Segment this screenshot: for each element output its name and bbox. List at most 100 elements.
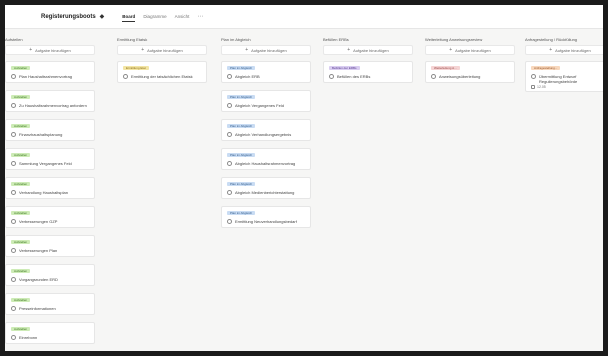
status-badge: Plan im Abgleich <box>227 95 256 99</box>
task-card[interactable]: Anfragestellung... Übermittlung Entwurf … <box>525 61 603 92</box>
task-card[interactable]: Plan im Abgleich Abgleich Medienberichte… <box>221 177 311 199</box>
task-title: Einrebonn <box>19 335 38 340</box>
column-header: Anfragestellung / Rückfüllung <box>525 37 578 42</box>
plus-icon: + <box>549 47 553 53</box>
tab-view[interactable]: Ansicht <box>175 12 190 21</box>
checkbox-circle-icon[interactable] <box>431 74 436 79</box>
checkbox-circle-icon[interactable] <box>329 74 334 79</box>
more-icon[interactable]: ⋯ <box>197 14 203 20</box>
status-badge: Aufstellen <box>11 269 31 273</box>
checkbox-circle-icon[interactable] <box>11 248 16 253</box>
checkbox-circle-icon[interactable] <box>11 190 16 195</box>
add-task-button[interactable]: + Aufgabe hinzufügen <box>425 45 515 55</box>
kanban-board: Aufstellen + Aufgabe hinzufügen Aufstell… <box>5 35 603 351</box>
task-title: Ermittlung der tatsächlichen Etatsk <box>131 74 193 79</box>
task-title: Verbesserungen GZP <box>19 219 58 224</box>
task-title: Verhandlung Haushaltsplan <box>19 190 68 195</box>
task-title: Abgleich ERB <box>235 74 260 79</box>
status-badge: Befüllen der ERBs <box>329 66 360 70</box>
plus-icon: + <box>347 47 351 53</box>
status-badge: Aufstellen <box>11 124 31 128</box>
column-header: Befüllen ERBs <box>323 37 349 42</box>
add-task-button[interactable]: + Aufgabe hinzufügen <box>525 45 603 55</box>
add-task-label: Aufgabe hinzufügen <box>555 47 591 53</box>
column-header: Ermittlung Etatsk <box>117 37 148 42</box>
checkbox-circle-icon[interactable] <box>11 219 16 224</box>
checkbox-circle-icon[interactable] <box>123 74 128 79</box>
checkbox-circle-icon[interactable] <box>11 277 16 282</box>
status-badge: Aufstellen <box>11 153 31 157</box>
tab-board[interactable]: Board <box>122 12 136 22</box>
task-card[interactable]: Plan im Abgleich Abgleich Verhandlungser… <box>221 119 311 141</box>
add-task-button[interactable]: + Aufgabe hinzufügen <box>117 45 207 55</box>
task-title: Plan Haushaltsrahmenvortrag <box>19 74 72 79</box>
add-task-button[interactable]: + Aufgabe hinzufügen <box>221 45 311 55</box>
checkbox-circle-icon[interactable] <box>227 161 232 166</box>
task-title: Anweisungsüberleitung <box>439 74 481 79</box>
status-badge: Aufstellen <box>11 66 31 70</box>
checkbox-circle-icon[interactable] <box>227 132 232 137</box>
board-title: Registerungsboots <box>41 13 96 20</box>
task-card[interactable]: Aufstellen Verbesserungen Plan <box>5 235 95 257</box>
checkbox-circle-icon[interactable] <box>11 74 16 79</box>
task-card[interactable]: Ermittlung Etat Ermittlung der tatsächli… <box>117 61 207 83</box>
checkbox-circle-icon[interactable] <box>227 190 232 195</box>
task-title: Übermittlung Entwurf Regulierungsbehörde <box>539 74 578 84</box>
task-title: Abgleich Haushaltsrahmenvortrag <box>235 161 296 166</box>
column-aufstellen: Aufstellen + Aufgabe hinzufügen Aufstell… <box>5 35 95 344</box>
tab-diagrams[interactable]: Diagramme <box>143 12 166 21</box>
column-befuellen-erbs: Befüllen ERBs + Aufgabe hinzufügen Befül… <box>323 35 413 83</box>
task-card[interactable]: Plan im Abgleich Abgleich ERB <box>221 61 311 83</box>
checkbox-circle-icon[interactable] <box>11 306 16 311</box>
checkbox-circle-icon[interactable] <box>227 219 232 224</box>
add-task-button[interactable]: + Aufgabe hinzufügen <box>323 45 413 55</box>
checkbox-circle-icon[interactable] <box>227 74 232 79</box>
status-badge: Plan im Abgleich <box>227 153 256 157</box>
status-badge: Plan im Abgleich <box>227 66 256 70</box>
calendar-icon <box>531 85 535 89</box>
checkbox-circle-icon[interactable] <box>11 132 16 137</box>
column-header: Weiterleitung Anweisungsreview <box>425 37 483 42</box>
task-card[interactable]: Aufstellen Finanzhaushaltsplanung <box>5 119 95 141</box>
task-card[interactable]: Befüllen der ERBs Befüllen des ERBs <box>323 61 413 83</box>
task-card[interactable]: Aufstellen Vorgangsrunden ERD <box>5 264 95 286</box>
plus-icon: + <box>141 47 145 53</box>
app-window: Registerungsboots ◆ Board Diagramme Ansi… <box>5 5 603 351</box>
task-card[interactable]: Aufstellen Verbesserungen GZP <box>5 206 95 228</box>
task-card[interactable]: Aufstellen Zu Haushaltsrahmenvortrag anf… <box>5 90 95 112</box>
task-card[interactable]: Plan im Abgleich Ermittlung Neuverhandlu… <box>221 206 311 228</box>
task-card[interactable]: Aufstellen Einrebonn <box>5 322 95 344</box>
checkbox-circle-icon[interactable] <box>11 335 16 340</box>
add-task-button[interactable]: + Aufgabe hinzufügen <box>5 45 95 55</box>
task-card[interactable]: Aufstellen Presseinformationen <box>5 293 95 315</box>
status-badge: Aufstellen <box>11 211 31 215</box>
task-title: Abgleich Vergangenes Feld <box>235 103 284 108</box>
column-weiterleitung: Weiterleitung Anweisungsreview + Aufgabe… <box>425 35 515 83</box>
plus-icon: + <box>245 47 249 53</box>
task-card[interactable]: Weiterleitung A... Anweisungsüberleitung <box>425 61 515 83</box>
task-card[interactable]: Aufstellen Sammlung Vergangenes Feld <box>5 148 95 170</box>
checkbox-circle-icon[interactable] <box>11 103 16 108</box>
checkbox-circle-icon[interactable] <box>227 103 232 108</box>
checkbox-circle-icon[interactable] <box>11 161 16 166</box>
task-title: Sammlung Vergangenes Feld <box>19 161 72 166</box>
task-title: Ermittlung Neuverhandlungsbedarf <box>235 219 297 224</box>
add-task-label: Aufgabe hinzufügen <box>251 47 287 53</box>
task-card[interactable]: Aufstellen Plan Haushaltsrahmenvortrag <box>5 61 95 83</box>
status-badge: Plan im Abgleich <box>227 182 256 186</box>
task-card[interactable]: Aufstellen Verhandlung Haushaltsplan <box>5 177 95 199</box>
plus-icon: + <box>449 47 453 53</box>
task-card[interactable]: Plan im Abgleich Abgleich Haushaltsrahme… <box>221 148 311 170</box>
pin-icon[interactable]: ◆ <box>100 13 105 20</box>
status-badge: Aufstellen <box>11 327 31 331</box>
checkbox-circle-icon[interactable] <box>531 74 536 79</box>
status-badge: Anfragestellung... <box>531 66 561 70</box>
add-task-label: Aufgabe hinzufügen <box>35 47 71 53</box>
status-badge: Plan im Abgleich <box>227 211 256 215</box>
task-card[interactable]: Plan im Abgleich Abgleich Vergangenes Fe… <box>221 90 311 112</box>
add-task-label: Aufgabe hinzufügen <box>147 47 183 53</box>
column-header: Aufstellen <box>5 37 23 42</box>
task-title: Vorgangsrunden ERD <box>19 277 58 282</box>
column-header: Plan im Abgleich <box>221 37 251 42</box>
status-badge: Aufstellen <box>11 298 31 302</box>
